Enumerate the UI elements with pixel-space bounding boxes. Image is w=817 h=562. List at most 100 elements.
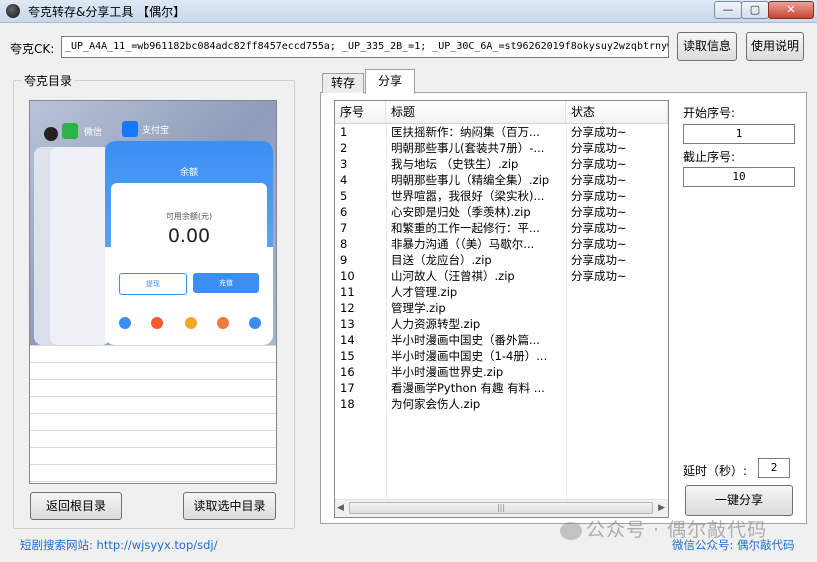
tab-transfer[interactable]: 转存 (322, 73, 364, 93)
column-header-status[interactable]: 状态 (566, 101, 668, 123)
cell-idx: 8 (340, 237, 348, 251)
cell-idx: 6 (340, 205, 348, 219)
directory-group-title: 夸克目录 (21, 72, 76, 89)
back-to-root-button[interactable]: 返回根目录 (30, 492, 122, 520)
cell-status (566, 396, 666, 412)
delay-input[interactable]: 2 (758, 458, 790, 478)
wechat-label: 微信 (84, 128, 103, 138)
help-button[interactable]: 使用说明 (746, 32, 804, 61)
one-click-share-button[interactable]: 一键分享 (685, 485, 793, 516)
cell-idx: 16 (340, 365, 355, 379)
cell-status (566, 380, 666, 396)
scroll-left-icon[interactable]: ◀ (337, 503, 344, 513)
table-row[interactable]: 12 管理学.zip (335, 300, 668, 316)
table-row[interactable]: 18 为何家会伤人.zip (335, 396, 668, 412)
wechat-account-link[interactable]: 微信公众号: 偶尔敲代码 (672, 537, 795, 553)
wechat-icon (62, 123, 78, 139)
cell-title: 世界喧嚣，我很好（梁实秋)... (391, 189, 545, 203)
list-rows: 1 匡扶摇新作：纳闷集（百万... 分享成功~ 2 明朝那些事儿(套装共7册）-... 分… (335, 124, 668, 412)
cell-title: 人才管理.zip (391, 285, 458, 299)
window-title: 夸克转存&分享工具 【偶尔】 (28, 5, 186, 19)
cell-status: 分享成功~ (571, 125, 627, 139)
table-row[interactable]: 15 半小时漫画中国史（1-4册）... (335, 348, 668, 364)
directory-preview[interactable]: 微信 支付宝 余额 可用余额(元) 0.00 提现 充值 (29, 100, 277, 484)
cell-idx: 1 (340, 125, 348, 139)
drama-search-link[interactable]: 短剧搜索网站: http://wjsyyx.top/sdj/ (20, 537, 218, 553)
withdraw-button: 提现 (119, 273, 187, 295)
table-row[interactable]: 10 山河故人（汪曾祺）.zip 分享成功~ (335, 268, 668, 284)
table-row[interactable]: 14 半小时漫画中国史（番外篇... (335, 332, 668, 348)
cell-status: 分享成功~ (571, 253, 627, 267)
cell-title: 明朝那些事儿(套装共7册）-... (391, 141, 545, 155)
table-row[interactable]: 9 目送（龙应台）.zip 分享成功~ (335, 252, 668, 268)
cell-status: 分享成功~ (571, 173, 627, 187)
table-row[interactable]: 4 明朝那些事儿（精编全集）.zip 分享成功~ (335, 172, 668, 188)
table-row[interactable]: 8 非暴力沟通（（美）马歇尔... 分享成功~ (335, 236, 668, 252)
close-button[interactable]: ✕ (768, 1, 814, 19)
cell-idx: 17 (340, 381, 355, 395)
background-card (50, 147, 110, 345)
cell-idx: 5 (340, 189, 348, 203)
ck-input[interactable]: _UP_A4A_11_=wb961182bc084adc82ff8457eccd… (61, 36, 669, 58)
cell-status: 分享成功~ (571, 157, 627, 171)
table-row[interactable]: 7 和繁重的工作一起修行：平... 分享成功~ (335, 220, 668, 236)
table-row[interactable]: 3 我与地坛 （史铁生）.zip 分享成功~ (335, 156, 668, 172)
cell-title: 非暴力沟通（（美）马歇尔... (391, 237, 535, 251)
cell-idx: 15 (340, 349, 355, 363)
cell-idx: 11 (340, 285, 355, 299)
table-row[interactable]: 11 人才管理.zip (335, 284, 668, 300)
cell-status (566, 316, 666, 332)
list-header: 序号 标题 状态 (335, 101, 668, 124)
shortcut-icon (151, 317, 163, 329)
cell-idx: 14 (340, 333, 355, 347)
alipay-label: 支付宝 (142, 126, 170, 136)
table-row[interactable]: 13 人力资源转型.zip (335, 316, 668, 332)
preview-image: 微信 支付宝 余额 可用余额(元) 0.00 提现 充值 (30, 101, 276, 345)
cell-title: 人力资源转型.zip (391, 317, 481, 331)
cell-title: 半小时漫画中国史（1-4册）... (391, 349, 548, 363)
cell-idx: 12 (340, 301, 355, 315)
balance-amount: 0.00 (167, 225, 211, 247)
table-row[interactable]: 6 心安即是归处（季羡林).zip 分享成功~ (335, 204, 668, 220)
cell-status (566, 348, 666, 364)
title-bar: 夸克转存&分享工具 【偶尔】 — ▢ ✕ (0, 0, 817, 23)
scroll-thumb[interactable]: ||| (349, 502, 653, 514)
cell-title: 和繁重的工作一起修行：平... (391, 221, 540, 235)
table-row[interactable]: 16 半小时漫画世界史.zip (335, 364, 668, 380)
maximize-button[interactable]: ▢ (741, 1, 769, 19)
balance-label: 可用余额(元) (165, 212, 213, 221)
column-header-title[interactable]: 标题 (386, 101, 566, 123)
cell-status (566, 300, 666, 316)
shortcut-icon (249, 317, 261, 329)
cell-status: 分享成功~ (571, 205, 627, 219)
cell-status (566, 332, 666, 348)
table-row[interactable]: 2 明朝那些事儿(套装共7册）-... 分享成功~ (335, 140, 668, 156)
minimize-button[interactable]: — (714, 1, 742, 19)
column-header-index[interactable]: 序号 (335, 101, 386, 123)
cell-status: 分享成功~ (571, 221, 627, 235)
cell-title: 半小时漫画世界史.zip (391, 365, 504, 379)
scroll-right-icon[interactable]: ▶ (658, 503, 665, 513)
directory-list-empty-rows (30, 345, 276, 483)
share-list[interactable]: 序号 标题 状态 1 匡扶摇新作：纳闷集（百万... 分享成功~ 2 明朝那些事儿(套装… (334, 100, 669, 518)
table-row[interactable]: 5 世界喧嚣，我很好（梁实秋)... 分享成功~ (335, 188, 668, 204)
balance-header-title: 余额 (179, 168, 198, 178)
cell-idx: 18 (340, 397, 355, 411)
delay-label: 延时（秒）: (683, 464, 748, 478)
cell-title: 我与地坛 （史铁生）.zip (391, 157, 519, 171)
cell-status: 分享成功~ (571, 189, 627, 203)
start-index-input[interactable]: 1 (683, 124, 795, 144)
table-row[interactable]: 1 匡扶摇新作：纳闷集（百万... 分享成功~ (335, 124, 668, 140)
read-selected-directory-button[interactable]: 读取选中目录 (183, 492, 276, 520)
end-index-input[interactable]: 10 (683, 167, 795, 187)
tab-share[interactable]: 分享 (365, 69, 415, 94)
cell-status: 分享成功~ (571, 269, 627, 283)
shortcut-icon (119, 317, 131, 329)
cell-title: 看漫画学Python 有趣 有料 ... (391, 381, 545, 395)
cell-title: 为何家会伤人.zip (391, 397, 481, 411)
table-row[interactable]: 17 看漫画学Python 有趣 有料 ... (335, 380, 668, 396)
read-info-button[interactable]: 读取信息 (677, 32, 737, 61)
wechat-watermark-icon (560, 521, 582, 540)
cell-idx: 9 (340, 253, 348, 267)
cell-title: 半小时漫画中国史（番外篇... (391, 333, 540, 347)
